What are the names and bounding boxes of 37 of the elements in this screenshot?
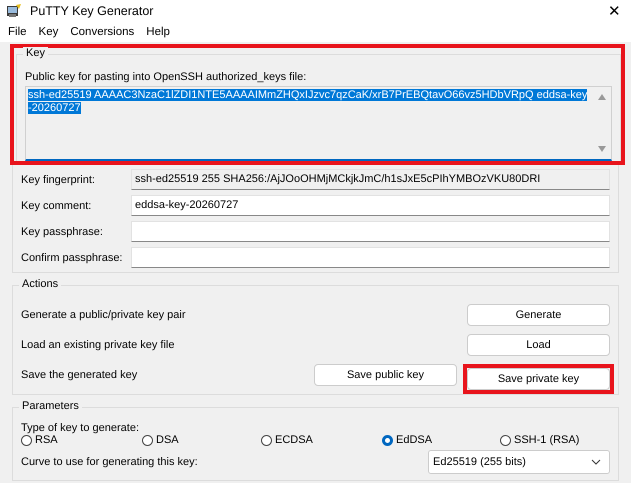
text-field[interactable] bbox=[131, 247, 610, 268]
menu-item[interactable]: File bbox=[8, 26, 27, 38]
radio-option[interactable]: ECDSA bbox=[261, 434, 382, 446]
app-icon bbox=[6, 3, 22, 19]
field-label: Confirm passphrase: bbox=[21, 252, 124, 264]
field-label: Key passphrase: bbox=[21, 226, 104, 238]
text-field[interactable]: eddsa-key-20260727 bbox=[131, 195, 610, 216]
group-title: Key bbox=[23, 47, 48, 59]
action-label: Load an existing private key file bbox=[21, 339, 174, 351]
field-label: Key comment: bbox=[21, 200, 92, 212]
field-label: Public key for pasting into OpenSSH authorized_keys file: bbox=[25, 71, 308, 83]
curve-dropdown[interactable]: Ed25519 (255 bits) bbox=[428, 450, 610, 474]
text-field[interactable] bbox=[131, 221, 610, 242]
scroll-up-icon[interactable] bbox=[597, 93, 607, 101]
menu-item[interactable]: Key bbox=[38, 26, 58, 38]
field-label: Curve to use for generating this key: bbox=[21, 456, 198, 468]
group-title: Parameters bbox=[19, 400, 82, 412]
field-label: Key fingerprint: bbox=[21, 174, 96, 186]
radio-option[interactable]: EdDSA bbox=[382, 434, 500, 446]
action-button[interactable]: Load bbox=[467, 334, 610, 356]
radio-option[interactable]: RSA bbox=[21, 434, 142, 446]
action-button[interactable]: Generate bbox=[467, 304, 610, 326]
readonly-field[interactable]: ssh-ed25519 255 SHA256:/AjJOoOHMjMCkjkJmC/h1sJxE5cPIhYMBOzVKU80DRI bbox=[131, 169, 610, 190]
action-label: Generate a public/private key pair bbox=[21, 309, 186, 321]
radio-option[interactable]: DSA bbox=[142, 434, 261, 446]
scroll-down-icon[interactable] bbox=[597, 145, 607, 153]
field-label: Type of key to generate: bbox=[21, 422, 140, 434]
radio-option[interactable]: SSH-1 (RSA) bbox=[500, 434, 610, 446]
window-title: PuTTY Key Generator bbox=[30, 4, 154, 18]
group-title: Actions bbox=[19, 278, 62, 290]
menu-item[interactable]: Conversions bbox=[70, 26, 134, 38]
action-button[interactable]: Save private key bbox=[467, 368, 610, 390]
chevron-down-icon bbox=[591, 459, 601, 465]
close-button[interactable]: ✕ bbox=[608, 2, 625, 20]
action-label: Save the generated key bbox=[21, 369, 138, 381]
action-button[interactable]: Save public key bbox=[314, 364, 457, 386]
menu-item[interactable]: Help bbox=[146, 26, 170, 38]
